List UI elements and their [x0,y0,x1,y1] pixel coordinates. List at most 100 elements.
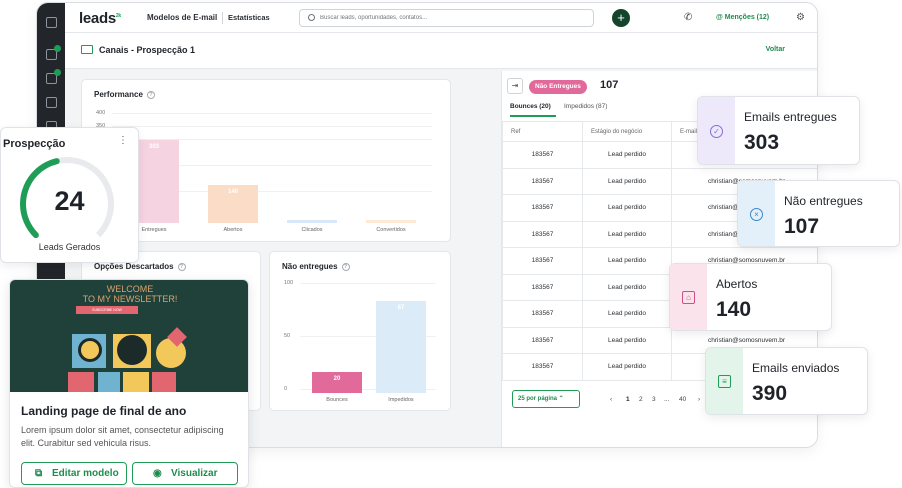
performance-title: Performance? [94,90,155,99]
more-options-icon[interactable]: ⋮ [118,135,128,146]
template-title: Landing page de final de ano [21,404,187,418]
preview-shape [78,338,102,362]
preview-template-label: Visualizar [171,468,218,479]
gauge-label: Leads Gerados [38,242,101,252]
stat-card-sent: ≡ Emails enviados 390 [705,347,868,415]
stat-value: 140 [716,298,752,321]
preview-shape [98,372,120,392]
preview-shape [152,372,176,392]
x-circle-icon: × [750,208,763,221]
cell-ref: 183567 [502,167,583,195]
per-page-select[interactable]: 25 por página ⌃ [512,390,580,408]
column-header-stage[interactable]: Estágio do negócio [582,121,672,142]
filter-count: 107 [600,79,619,91]
check-circle-icon: ✓ [710,125,723,138]
page-1[interactable]: 1 [626,396,630,403]
grid-line [300,283,436,284]
chart-bar[interactable]: 87 [376,300,426,393]
category-label: Abertos [223,227,243,233]
landing-page-card: WELCOME TO MY NEWSLETTER! SUBSCRIBE NOW … [9,279,249,488]
stat-card-delivered: ✓ Emails entregues 303 [697,96,860,165]
collapse-panel-icon[interactable]: ⇥ [507,78,523,94]
category-label: Clicados [301,227,323,233]
not-delivered-title: Não entregues? [282,262,350,271]
not-delivered-card: Não entregues? 100 50 0 20 Bounces 87 Imped… [269,251,451,411]
page-2[interactable]: 2 [639,396,643,403]
cell-stage: Lead perdido [582,300,672,328]
nav-statistics[interactable]: Estatísticas [228,13,270,22]
stat-icon-area: ⌂ [670,264,707,330]
page-40[interactable]: 40 [679,396,686,403]
search-box[interactable] [299,9,594,27]
help-icon[interactable]: ? [146,90,155,99]
stat-title: Emails entregues [744,110,837,124]
y-tick: 100 [284,280,294,286]
open-envelope-icon: ⌂ [682,291,695,304]
prospeccao-title: Prospecção [3,138,66,150]
stat-card-not-delivered: × Não entregues 107 [737,180,900,247]
tab-bounces[interactable]: Bounces (20) [510,103,556,117]
chart-bar[interactable]: 20 [312,371,362,393]
mentions-link[interactable]: @ Menções (12) [716,14,769,21]
tab-impedidos[interactable]: Impedidos (87) [564,103,607,110]
prev-page-icon[interactable]: ‹ [610,396,612,403]
stat-title: Emails enviados [752,361,840,375]
chart-bar[interactable]: 140 [208,184,258,223]
filter-pill[interactable]: Não Entregues [529,80,587,94]
edit-template-label: Editar modelo [52,468,119,479]
y-tick: 400 [96,110,106,116]
cell-ref: 183567 [502,300,583,328]
cell-ref: 183567 [502,247,583,275]
edit-template-button[interactable]: ⧉ Editar modelo [21,462,127,485]
next-page-icon[interactable]: › [698,396,700,403]
external-link-icon: ⧉ [35,468,43,479]
search-icon [308,14,315,21]
nav-email-templates[interactable]: Modelos de E-mail [147,13,217,22]
send-mail-icon: ≡ [718,375,731,388]
bar-value-label: 87 [397,304,405,311]
envelope-icon [81,45,93,54]
chart-bar[interactable] [366,220,416,223]
cell-stage: Lead perdido [582,141,672,169]
gauge-value: 24 [54,186,85,216]
cell-ref: 183567 [502,220,583,248]
page-3[interactable]: 3 [652,396,656,403]
page-ellipsis: ... [664,396,670,403]
grid-line [112,113,432,114]
preview-shape [123,372,149,392]
template-preview: WELCOME TO MY NEWSLETTER! SUBSCRIBE NOW [10,280,248,392]
calendar-icon[interactable] [46,97,57,108]
stat-icon-area: × [738,181,775,246]
y-tick: 50 [284,333,291,339]
stat-icon-area: ✓ [698,97,735,164]
stat-value: 303 [744,131,780,154]
category-label: Bounces [326,397,348,403]
breadcrumb-bar: Canais - Prospecção 1 Voltar [65,33,817,69]
menu-icon[interactable] [46,17,57,28]
discarded-title: Opções Descartados? [94,262,186,271]
cell-stage: Lead perdido [582,167,672,195]
category-label: Convertidos [376,227,406,233]
logo: leads2k [79,10,121,27]
gear-icon[interactable]: ⚙ [796,12,805,23]
bar-value-label: 20 [333,375,341,382]
preview-template-button[interactable]: ◉ Visualizar [132,462,238,485]
phone-icon[interactable]: ✆ [684,12,692,23]
cell-stage: Lead perdido [582,247,672,275]
top-bar: leads2k Modelos de E-mail Estatísticas +… [65,3,817,33]
help-icon[interactable]: ? [341,262,350,271]
column-header-ref[interactable]: Ref [502,121,583,142]
add-button[interactable]: + [612,9,630,27]
help-icon[interactable]: ? [177,262,186,271]
cell-stage: Lead perdido [582,353,672,381]
stat-title: Abertos [716,277,758,291]
search-input[interactable] [320,12,585,24]
chart-bar[interactable] [287,220,337,223]
cell-stage: Lead perdido [582,326,672,354]
preview-subscribe: SUBSCRIBE NOW [76,306,138,314]
preview-shape [68,372,94,392]
eye-icon: ◉ [153,468,162,479]
stat-value: 107 [784,215,820,238]
cell-ref: 183567 [502,326,583,354]
back-link[interactable]: Voltar [766,46,785,53]
